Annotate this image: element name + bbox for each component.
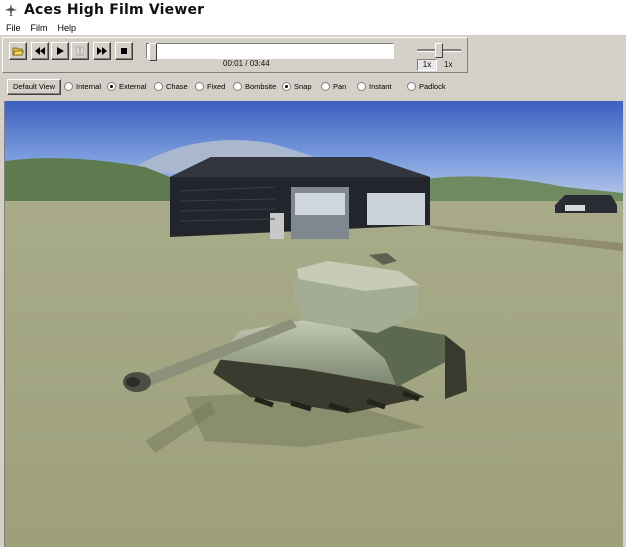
- scene-render: [5, 101, 623, 547]
- menu-file[interactable]: File: [0, 23, 25, 33]
- open-folder-icon: [12, 46, 24, 57]
- view-option-internal[interactable]: Internal: [64, 82, 101, 91]
- radio-dot[interactable]: [64, 82, 73, 91]
- view-option-external[interactable]: External: [107, 82, 147, 91]
- menu-film[interactable]: Film: [25, 23, 52, 33]
- view-option-label: Internal: [76, 82, 102, 91]
- radio-dot[interactable]: [233, 82, 242, 91]
- distant-hangar: [555, 195, 617, 213]
- view-option-label: Instant: [369, 82, 392, 91]
- open-film-button[interactable]: [9, 42, 27, 60]
- view-option-pan[interactable]: Pan: [321, 82, 346, 91]
- radio-dot[interactable]: [321, 82, 330, 91]
- playback-toolbar: 00:01 / 03:44 1x 1x: [2, 37, 468, 73]
- view-option-label: Fixed: [207, 82, 226, 91]
- airplane-icon: [4, 3, 18, 17]
- speed-slider[interactable]: [417, 43, 461, 58]
- pause-button[interactable]: [71, 42, 89, 60]
- view-option-label: Padlock: [419, 82, 446, 91]
- progress-thumb[interactable]: [149, 43, 157, 61]
- radio-dot[interactable]: [195, 82, 204, 91]
- film-progress-slider[interactable]: [146, 43, 394, 61]
- view-option-bombsite[interactable]: Bombsite: [233, 82, 276, 91]
- fast-forward-button[interactable]: [93, 42, 111, 60]
- radio-dot[interactable]: [107, 82, 116, 91]
- view-option-label: Bombsite: [245, 82, 277, 91]
- film-viewport[interactable]: [4, 101, 623, 547]
- play-icon: [55, 46, 65, 56]
- radio-dot[interactable]: [407, 82, 416, 91]
- speed-label: 1x: [444, 60, 453, 69]
- stop-icon: [119, 46, 129, 56]
- view-option-label: Snap: [294, 82, 312, 91]
- view-option-snap[interactable]: Snap: [282, 82, 312, 91]
- view-option-padlock[interactable]: Padlock: [407, 82, 446, 91]
- view-option-label: Pan: [333, 82, 347, 91]
- play-button[interactable]: [51, 42, 69, 60]
- title-bar: Aces High Film Viewer: [0, 0, 626, 20]
- rewind-icon: [34, 46, 46, 56]
- timecode: 00:01 / 03:44: [223, 59, 270, 68]
- menu-help[interactable]: Help: [52, 23, 81, 33]
- view-option-fixed[interactable]: Fixed: [195, 82, 225, 91]
- menu-bar: File Film Help: [0, 20, 626, 35]
- radio-dot[interactable]: [282, 82, 291, 91]
- radio-dot[interactable]: [154, 82, 163, 91]
- view-option-instant[interactable]: Instant: [357, 82, 392, 91]
- window-title: Aces High Film Viewer: [24, 2, 205, 18]
- view-option-label: Chase: [166, 82, 188, 91]
- fast-forward-icon: [96, 46, 108, 56]
- speed-slider-thumb[interactable]: [435, 43, 443, 58]
- default-view-button[interactable]: Default View: [7, 79, 61, 95]
- radio-dot[interactable]: [357, 82, 366, 91]
- view-mode-bar: Default View Internal External Chase Fix…: [0, 74, 626, 101]
- speed-value-box[interactable]: 1x: [417, 59, 437, 71]
- pause-icon: [75, 46, 85, 56]
- stop-button[interactable]: [115, 42, 133, 60]
- rewind-button[interactable]: [31, 42, 49, 60]
- hangar: [170, 157, 430, 239]
- view-option-chase[interactable]: Chase: [154, 82, 188, 91]
- view-option-label: External: [119, 82, 147, 91]
